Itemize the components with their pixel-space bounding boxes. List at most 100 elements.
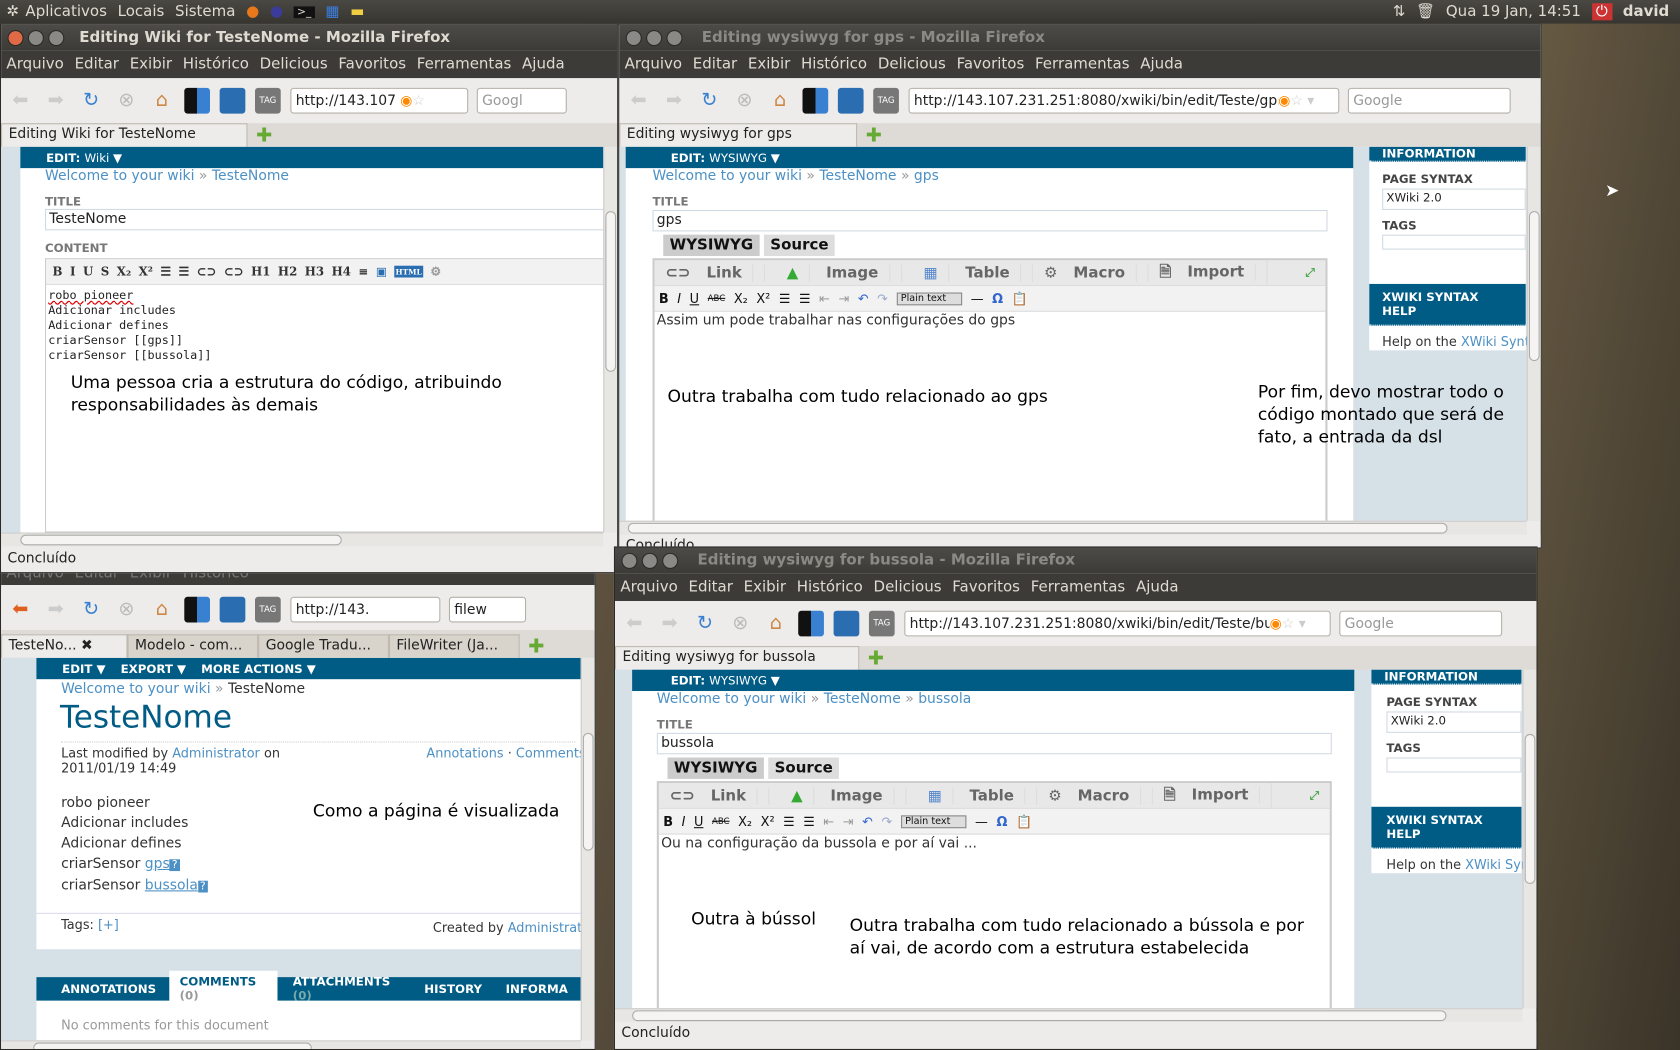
menu-ajuda[interactable]: Ajuda: [522, 56, 565, 73]
numbered-list-button[interactable]: ☰: [803, 814, 815, 829]
reload-icon[interactable]: ↻: [692, 611, 718, 637]
editor-body[interactable]: Assim um pode trabalhar nas configuraçõe…: [655, 312, 1326, 521]
back-icon[interactable]: ⬅: [8, 88, 34, 114]
menu-arquivo[interactable]: Arquivo: [620, 579, 677, 596]
bullet-list-button[interactable]: ☰: [779, 291, 791, 306]
horizontal-scrollbar[interactable]: [1, 1040, 581, 1049]
hr-button[interactable]: ≡: [358, 265, 368, 279]
menu-ajuda[interactable]: Ajuda: [1140, 56, 1183, 73]
link-button[interactable]: ⊂⊃ Link: [655, 264, 766, 282]
delicious-icon[interactable]: [802, 87, 829, 114]
italic-button[interactable]: I: [70, 265, 76, 279]
export-menu[interactable]: EXPORT ▼: [121, 662, 187, 676]
terminal-launcher-icon[interactable]: >_: [293, 5, 315, 18]
fullscreen-icon[interactable]: ⤢: [1294, 265, 1325, 280]
image-button[interactable]: ▲ Image: [770, 786, 907, 805]
minimize-window-icon[interactable]: [646, 29, 663, 46]
breadcrumb-home[interactable]: Welcome to your wiki: [657, 691, 806, 707]
tab-editing-gps[interactable]: Editing wysiwyg for gps: [619, 123, 858, 147]
redo-button[interactable]: ↷: [881, 814, 892, 829]
menu-historico[interactable]: Histórico: [797, 579, 863, 596]
title-input[interactable]: gps: [652, 210, 1328, 232]
page-syntax-field[interactable]: XWiki 2.0: [1386, 711, 1522, 733]
menu-arquivo[interactable]: Arquivo: [625, 56, 682, 73]
superscript-button[interactable]: X²: [139, 265, 153, 279]
tab-attachments[interactable]: ATTACHMENTS (0): [278, 975, 414, 1003]
tag-icon[interactable]: TAG: [873, 87, 899, 114]
reload-icon[interactable]: ↻: [78, 597, 104, 623]
import-button[interactable]: 🗎 Import: [1153, 782, 1273, 809]
macro-button[interactable]: ⚙ Macro: [1033, 264, 1149, 282]
edit-menu[interactable]: EDIT ▼: [62, 662, 105, 676]
reload-icon[interactable]: ↻: [696, 88, 722, 114]
tag-icon[interactable]: TAG: [255, 87, 281, 114]
tab-source[interactable]: Source: [768, 757, 840, 779]
close-window-icon[interactable]: [621, 552, 638, 569]
tab-editing-wiki[interactable]: Editing Wiki for TesteNome: [1, 123, 248, 147]
bullet-list-button[interactable]: ☰: [783, 814, 795, 829]
reload-icon[interactable]: ↻: [78, 88, 104, 114]
back-icon[interactable]: ⬅: [626, 88, 652, 114]
title-bar[interactable]: Editing wysiwyg for gps - Mozilla Firefo…: [619, 24, 1541, 51]
bookmark-icon[interactable]: [219, 596, 246, 623]
delicious-icon[interactable]: [184, 87, 211, 114]
strikethrough-button[interactable]: ABC: [712, 816, 730, 826]
undo-button[interactable]: ↶: [858, 291, 869, 306]
image-button[interactable]: ▲ Image: [765, 264, 902, 282]
underline-button[interactable]: U: [690, 291, 699, 306]
link-button[interactable]: ⊂⊃: [197, 265, 217, 279]
gps-link[interactable]: gps: [145, 856, 170, 872]
outdent-button[interactable]: ⇤: [819, 291, 830, 306]
menu-favoritos[interactable]: Favoritos: [952, 579, 1020, 596]
close-window-icon[interactable]: [7, 29, 24, 46]
back-icon[interactable]: ⬅: [621, 611, 647, 637]
paste-icon[interactable]: 📋: [1012, 291, 1028, 306]
menu-editar[interactable]: Editar: [75, 56, 119, 73]
search-box[interactable]: Google: [1339, 610, 1503, 637]
forward-icon[interactable]: ➡: [43, 88, 69, 114]
home-icon[interactable]: ⌂: [149, 597, 175, 623]
tab-testenome[interactable]: TesteNo... ✖: [1, 634, 128, 658]
maximize-window-icon[interactable]: [662, 552, 679, 569]
minimize-window-icon[interactable]: [27, 29, 44, 46]
indent-button[interactable]: ⇥: [838, 291, 849, 306]
superscript-button[interactable]: X²: [756, 291, 770, 306]
menu-ajuda[interactable]: Ajuda: [1136, 579, 1179, 596]
menu-system[interactable]: Sistema: [175, 3, 235, 20]
h2-button[interactable]: H2: [278, 265, 297, 279]
horizontal-scrollbar[interactable]: [615, 1008, 1523, 1023]
tags-field[interactable]: [1386, 757, 1522, 773]
menu-historico[interactable]: Histórico: [801, 56, 867, 73]
table-button[interactable]: ▦ Table: [906, 786, 1038, 805]
underline-button[interactable]: U: [83, 265, 93, 279]
superscript-button[interactable]: X²: [761, 814, 775, 829]
clock[interactable]: Qua 19 Jan, 14:51: [1446, 3, 1581, 20]
comments-link[interactable]: Comments: [516, 746, 586, 761]
home-icon[interactable]: ⌂: [149, 88, 175, 114]
macro-button[interactable]: ⚙ Macro: [1038, 786, 1153, 805]
subscript-button[interactable]: X₂: [738, 814, 752, 829]
eclipse-launcher-icon[interactable]: ●: [270, 3, 283, 20]
breadcrumb-testenome[interactable]: TesteNome: [824, 691, 901, 707]
new-tab-icon[interactable]: ✚: [868, 647, 884, 670]
style-select[interactable]: Plain text: [896, 291, 963, 305]
special-char-button[interactable]: Ω: [996, 814, 1007, 829]
breadcrumb-testenome[interactable]: TesteNome: [819, 168, 896, 184]
outdent-button[interactable]: ⇤: [823, 814, 834, 829]
redo-button[interactable]: ↷: [877, 291, 888, 306]
strike-button[interactable]: S: [101, 265, 110, 279]
subscript-button[interactable]: X₂: [734, 291, 748, 306]
horizontal-rule-button[interactable]: —: [971, 291, 984, 306]
bookmark-icon[interactable]: [219, 87, 246, 114]
horizontal-rule-button[interactable]: —: [975, 814, 988, 829]
breadcrumb-bussola[interactable]: bussola: [918, 691, 971, 707]
indent-button[interactable]: ⇥: [843, 814, 854, 829]
h3-button[interactable]: H3: [305, 265, 324, 279]
ubuntu-logo-icon[interactable]: ✲: [6, 3, 19, 20]
vertical-scrollbar[interactable]: [603, 146, 618, 533]
menu-exibir[interactable]: Exibir: [744, 579, 786, 596]
tab-modelo[interactable]: Modelo - com...: [127, 634, 259, 658]
menu-exibir[interactable]: Exibir: [130, 56, 172, 73]
paste-icon[interactable]: 📋: [1016, 814, 1032, 829]
menu-favoritos[interactable]: Favoritos: [957, 56, 1025, 73]
